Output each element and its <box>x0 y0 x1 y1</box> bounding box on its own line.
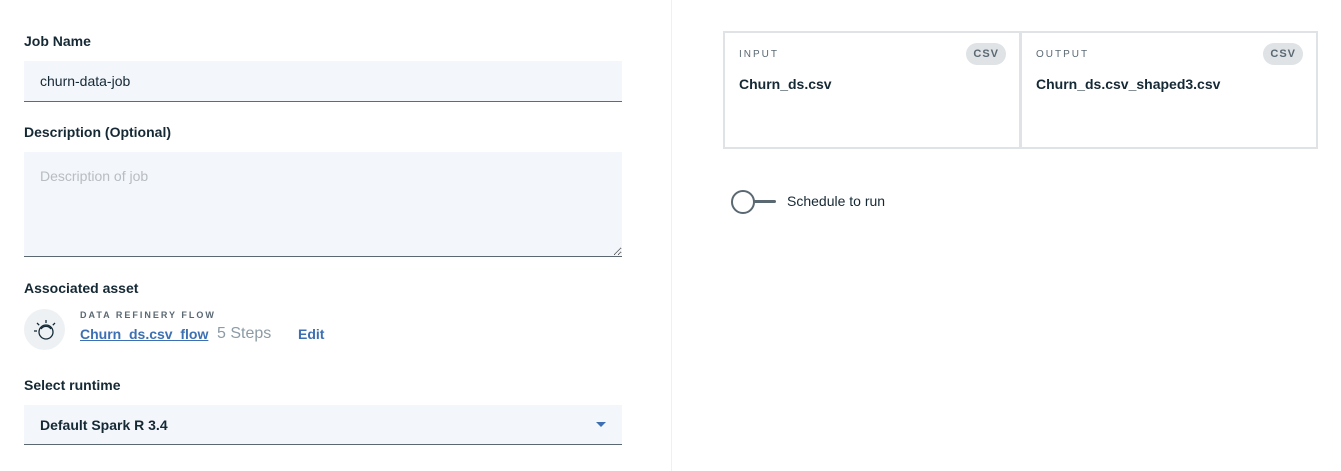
job-name-label: Job Name <box>24 33 91 49</box>
schedule-toggle[interactable] <box>730 190 780 214</box>
description-label: Description (Optional) <box>24 124 171 140</box>
output-kicker: OUTPUT <box>1036 49 1090 60</box>
schedule-label: Schedule to run <box>787 193 886 209</box>
input-kicker: INPUT <box>739 49 779 60</box>
input-format-badge: CSV <box>966 43 1006 65</box>
runtime-select[interactable]: Default Spark R 3.4 <box>24 405 622 445</box>
refinery-flow-icon <box>24 309 65 350</box>
job-details-pane: Job Name Description (Optional) Associat… <box>0 0 672 471</box>
io-pane: INPUT CSV Churn_ds.csv OUTPUT CSV Churn_… <box>673 0 1341 471</box>
output-file-name: Churn_ds.csv_shaped3.csv <box>1036 76 1221 92</box>
toggle-knob <box>731 190 755 214</box>
associated-asset-label: Associated asset <box>24 280 139 296</box>
asset-steps-count: 5 Steps <box>217 325 272 342</box>
asset-type-label: DATA REFINERY FLOW <box>80 310 216 320</box>
input-card: INPUT CSV Churn_ds.csv <box>723 31 1021 149</box>
runtime-label: Select runtime <box>24 377 121 393</box>
job-name-input[interactable] <box>24 61 622 102</box>
chevron-down-icon <box>596 422 606 427</box>
edit-asset-button[interactable]: Edit <box>298 326 324 342</box>
runtime-selected-value: Default Spark R 3.4 <box>40 417 168 433</box>
asset-link[interactable]: Churn_ds.csv_flow <box>80 326 208 342</box>
output-card: OUTPUT CSV Churn_ds.csv_shaped3.csv <box>1020 31 1318 149</box>
output-format-badge: CSV <box>1263 43 1303 65</box>
description-textarea[interactable] <box>24 152 622 257</box>
input-file-name: Churn_ds.csv <box>739 76 832 92</box>
